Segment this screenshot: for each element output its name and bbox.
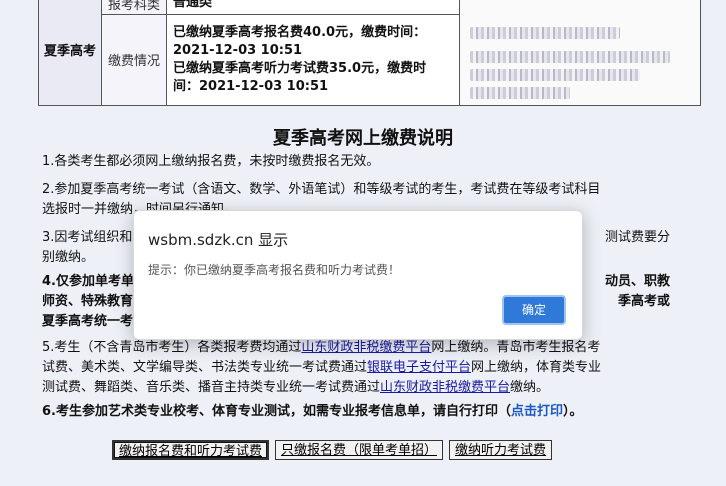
ok-button[interactable]: 确定 bbox=[502, 295, 566, 325]
dialog-overlay: wsbm.sdzk.cn 显示 提示：你已缴纳夏季高考报名费和听力考试费！ 确定 bbox=[0, 0, 726, 486]
alert-dialog: wsbm.sdzk.cn 显示 提示：你已缴纳夏季高考报名费和听力考试费！ 确定 bbox=[133, 210, 583, 340]
dialog-message: 提示：你已缴纳夏季高考报名费和听力考试费！ bbox=[148, 263, 401, 277]
dialog-title: wsbm.sdzk.cn 显示 bbox=[148, 231, 289, 249]
